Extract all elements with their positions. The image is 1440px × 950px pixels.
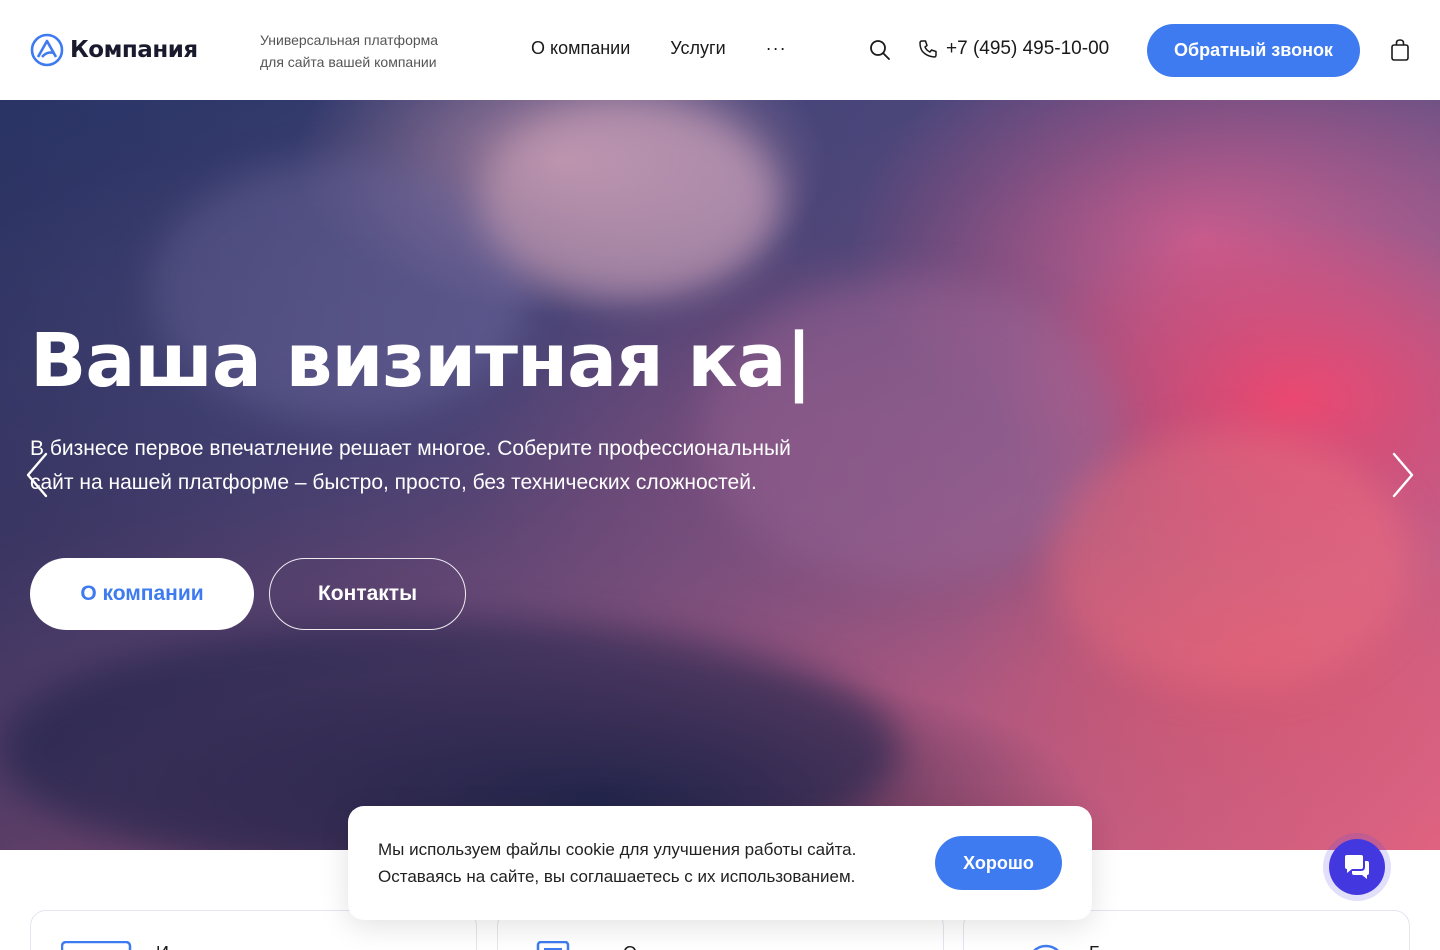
arrow-right-icon[interactable] [1390,450,1416,500]
main-nav: О компании Услуги ··· [531,38,787,59]
phone-icon [919,40,937,58]
cookie-text: Мы используем файлы cookie для улучшения… [378,836,938,890]
site-header: Компания Универсальная платформа для сай… [0,0,1440,100]
hero-slider: Ваша визитная ка| В бизнесе первое впеча… [0,100,1440,850]
card-label: О [623,943,637,950]
card-label: И [156,943,169,950]
arrow-left-icon[interactable] [24,450,50,500]
contacts-button[interactable]: Контакты [269,558,466,630]
cookie-text-line2: Оставаясь на сайте, вы соглашаетесь с их… [378,867,856,886]
hero-description-line1: В бизнесе первое впечатление решает мног… [30,437,791,460]
logo-text: Компания [70,37,198,63]
logo-mark-icon [30,33,64,67]
hero-description-line2: сайт на нашей платформе – быстро, просто… [30,471,757,494]
chat-button[interactable] [1329,839,1385,895]
tagline-line2: для сайта вашей компании [260,54,437,70]
nav-more-button[interactable]: ··· [766,38,787,59]
logo[interactable]: Компания [30,33,198,67]
card-icon [536,941,570,950]
tagline-line1: Универсальная платформа [260,32,439,48]
tagline: Универсальная платформа для сайта вашей … [260,29,470,73]
cookie-banner: Мы используем файлы cookie для улучшения… [348,806,1092,920]
search-icon[interactable] [869,39,891,61]
phone-number: +7 (495) 495-10-00 [946,38,1110,59]
about-button[interactable]: О компании [30,558,254,630]
nav-item-services[interactable]: Услуги [670,38,725,59]
hero-description: В бизнесе первое впечатление решает мног… [30,432,890,500]
cart-icon[interactable] [1389,38,1411,62]
card-label: Б [1089,943,1101,950]
cookie-text-line1: Мы используем файлы cookie для улучшения… [378,840,857,859]
callback-button[interactable]: Обратный звонок [1147,24,1360,77]
phone-link[interactable]: +7 (495) 495-10-00 [918,38,1109,60]
card-icon [61,941,132,950]
cookie-accept-button[interactable]: Хорошо [935,836,1062,890]
hero-title: Ваша визитная ка| [30,318,813,404]
nav-item-about[interactable]: О компании [531,38,630,59]
chat-icon [1345,855,1369,879]
card-icon [1033,944,1059,950]
